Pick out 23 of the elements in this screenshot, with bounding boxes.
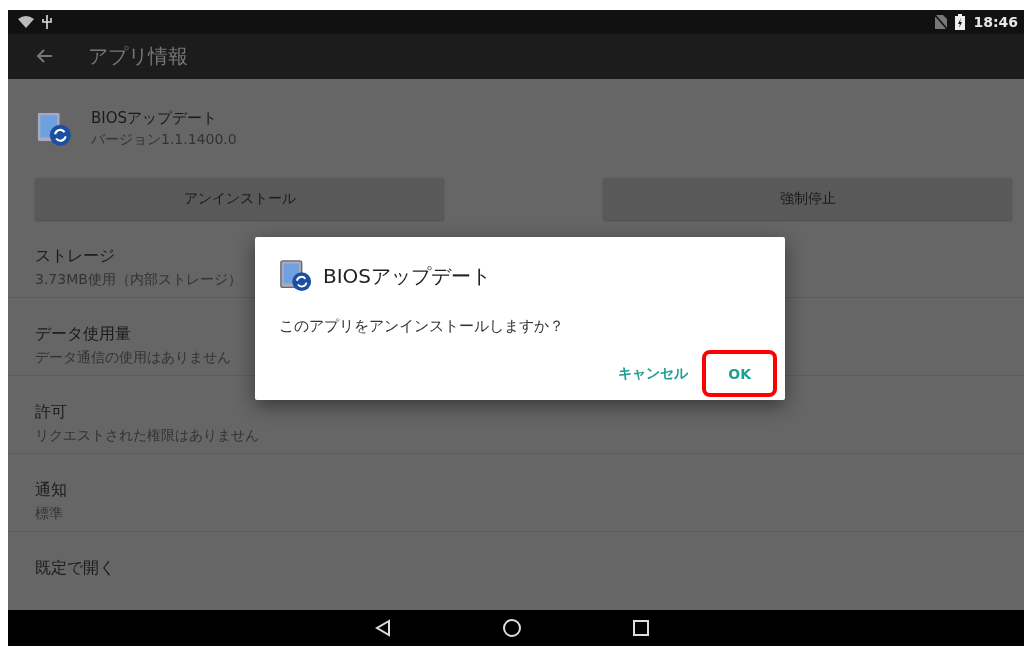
setting-title[interactable]: 通知: [35, 479, 67, 501]
clock-time: 18:46: [973, 13, 1018, 30]
action-button[interactable]: アンインストール: [35, 177, 444, 220]
dialog-button[interactable]: OK: [702, 350, 777, 397]
setting-title[interactable]: データ使用量: [35, 323, 131, 345]
action-button[interactable]: 強制停止: [603, 177, 1012, 220]
recents-icon[interactable]: [632, 618, 650, 637]
back-arrow-icon[interactable]: [36, 49, 52, 64]
home-icon[interactable]: [502, 617, 522, 638]
dialog-message: このアプリをアンインストールしますか？: [279, 317, 565, 336]
setting-title[interactable]: ストレージ: [35, 245, 115, 267]
usb-icon: [42, 14, 52, 29]
battery-icon: [955, 13, 966, 30]
back-icon[interactable]: [374, 618, 392, 637]
app-name: BIOSアップデート: [91, 108, 219, 128]
app-icon: [279, 259, 313, 293]
setting-title[interactable]: 既定で開く: [35, 557, 115, 579]
app-icon: [35, 109, 73, 148]
wifi-icon: [18, 15, 34, 28]
app-bar-title: アプリ情報: [88, 42, 188, 70]
dialog-title: BIOSアップデート: [323, 262, 492, 290]
no-sim-icon: [935, 14, 948, 29]
setting-title[interactable]: 許可: [35, 401, 67, 423]
